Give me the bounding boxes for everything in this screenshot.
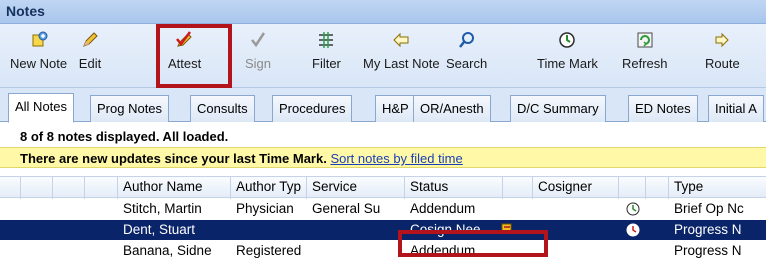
col-service[interactable]: Service <box>309 179 399 194</box>
time-mark-banner: There are new updates since your last Ti… <box>0 147 766 168</box>
time-mark-clock-icon <box>622 222 642 241</box>
cell-author: Stitch, Martin <box>123 201 202 216</box>
pencil-icon <box>78 28 102 52</box>
sort-by-filed-time-link[interactable]: Sort notes by filed time <box>330 151 462 166</box>
arrow-left-icon <box>389 28 413 52</box>
filter-icon <box>314 28 338 52</box>
table-row[interactable]: Banana, Sidne Registered Addendum Progre… <box>0 241 766 261</box>
col-author-type[interactable]: Author Typ <box>233 179 305 194</box>
new-note-button[interactable]: New Note <box>10 28 67 84</box>
refresh-label: Refresh <box>622 56 668 71</box>
tab-or-anesth[interactable]: OR/Anesth <box>413 95 491 122</box>
col-status[interactable]: Status <box>407 179 502 194</box>
tab-all-notes[interactable]: All Notes <box>8 93 75 123</box>
tab-procedures[interactable]: Procedures <box>272 95 353 122</box>
edit-button[interactable]: Edit <box>78 28 102 84</box>
cell-author-type: Physician <box>236 201 294 216</box>
cell-author-type: Registered <box>236 243 302 258</box>
banner-text: There are new updates since your last Ti… <box>20 151 327 166</box>
refresh-icon <box>633 28 657 52</box>
my-last-note-button[interactable]: My Last Note <box>363 28 440 84</box>
time-mark-clock-icon <box>622 201 642 220</box>
filter-label: Filter <box>312 56 341 71</box>
refresh-button[interactable]: Refresh <box>622 28 668 84</box>
cell-author: Banana, Sidne <box>123 243 212 258</box>
cell-author: Dent, Stuart <box>123 222 196 237</box>
tab-consults[interactable]: Consults <box>190 95 255 122</box>
new-note-label: New Note <box>10 56 68 71</box>
clock-icon <box>555 28 579 52</box>
col-author-name[interactable]: Author Name <box>120 179 228 194</box>
cell-type: Progress N <box>674 222 742 237</box>
sign-label: Sign <box>245 56 272 71</box>
search-button[interactable]: Search <box>446 28 487 84</box>
route-button[interactable]: Route <box>705 28 740 84</box>
table-row-selected[interactable]: Dent, Stuart Cosign Nee Progress N <box>0 220 766 240</box>
col-type[interactable]: Type <box>671 179 766 194</box>
tab-dc-summary[interactable]: D/C Summary <box>510 95 606 122</box>
checkmark-icon <box>246 28 270 52</box>
notes-grid: Author Name Author Typ Service Status Co… <box>0 168 766 269</box>
note-tabs: All Notes Prog Notes Consults Procedures… <box>0 88 766 123</box>
new-note-icon <box>27 28 51 52</box>
cell-status: Addendum <box>410 201 476 216</box>
tab-initial[interactable]: Initial A <box>708 95 764 122</box>
filter-button[interactable]: Filter <box>312 28 341 84</box>
sign-button[interactable]: Sign <box>245 28 271 84</box>
tab-h-and-p[interactable]: H&P <box>375 95 416 122</box>
time-mark-button[interactable]: Time Mark <box>537 28 598 84</box>
search-icon <box>455 28 479 52</box>
route-icon <box>710 28 734 52</box>
tab-ed-notes[interactable]: ED Notes <box>628 95 698 122</box>
col-cosigner[interactable]: Cosigner <box>535 179 615 194</box>
tab-prog-notes[interactable]: Prog Notes <box>90 95 170 122</box>
notes-count-status: 8 of 8 notes displayed. All loaded. <box>0 123 766 147</box>
search-label: Search <box>446 56 488 71</box>
attest-highlight-box <box>156 24 232 88</box>
table-row[interactable]: Stitch, Martin Physician General Su Adde… <box>0 199 766 219</box>
toolbar: New Note Edit Attest Sign Filter My Last… <box>0 24 766 88</box>
cell-type: Brief Op Nc <box>674 201 744 216</box>
route-label: Route <box>705 56 740 71</box>
cell-type: Progress N <box>674 243 742 258</box>
cell-service: General Su <box>312 201 381 216</box>
window-title: Notes <box>0 0 766 24</box>
my-last-note-label: My Last Note <box>363 56 440 71</box>
edit-label: Edit <box>78 56 102 71</box>
cosign-needed-highlight-box <box>398 230 548 257</box>
time-mark-label: Time Mark <box>537 56 598 71</box>
grid-header: Author Name Author Typ Service Status Co… <box>0 176 766 199</box>
